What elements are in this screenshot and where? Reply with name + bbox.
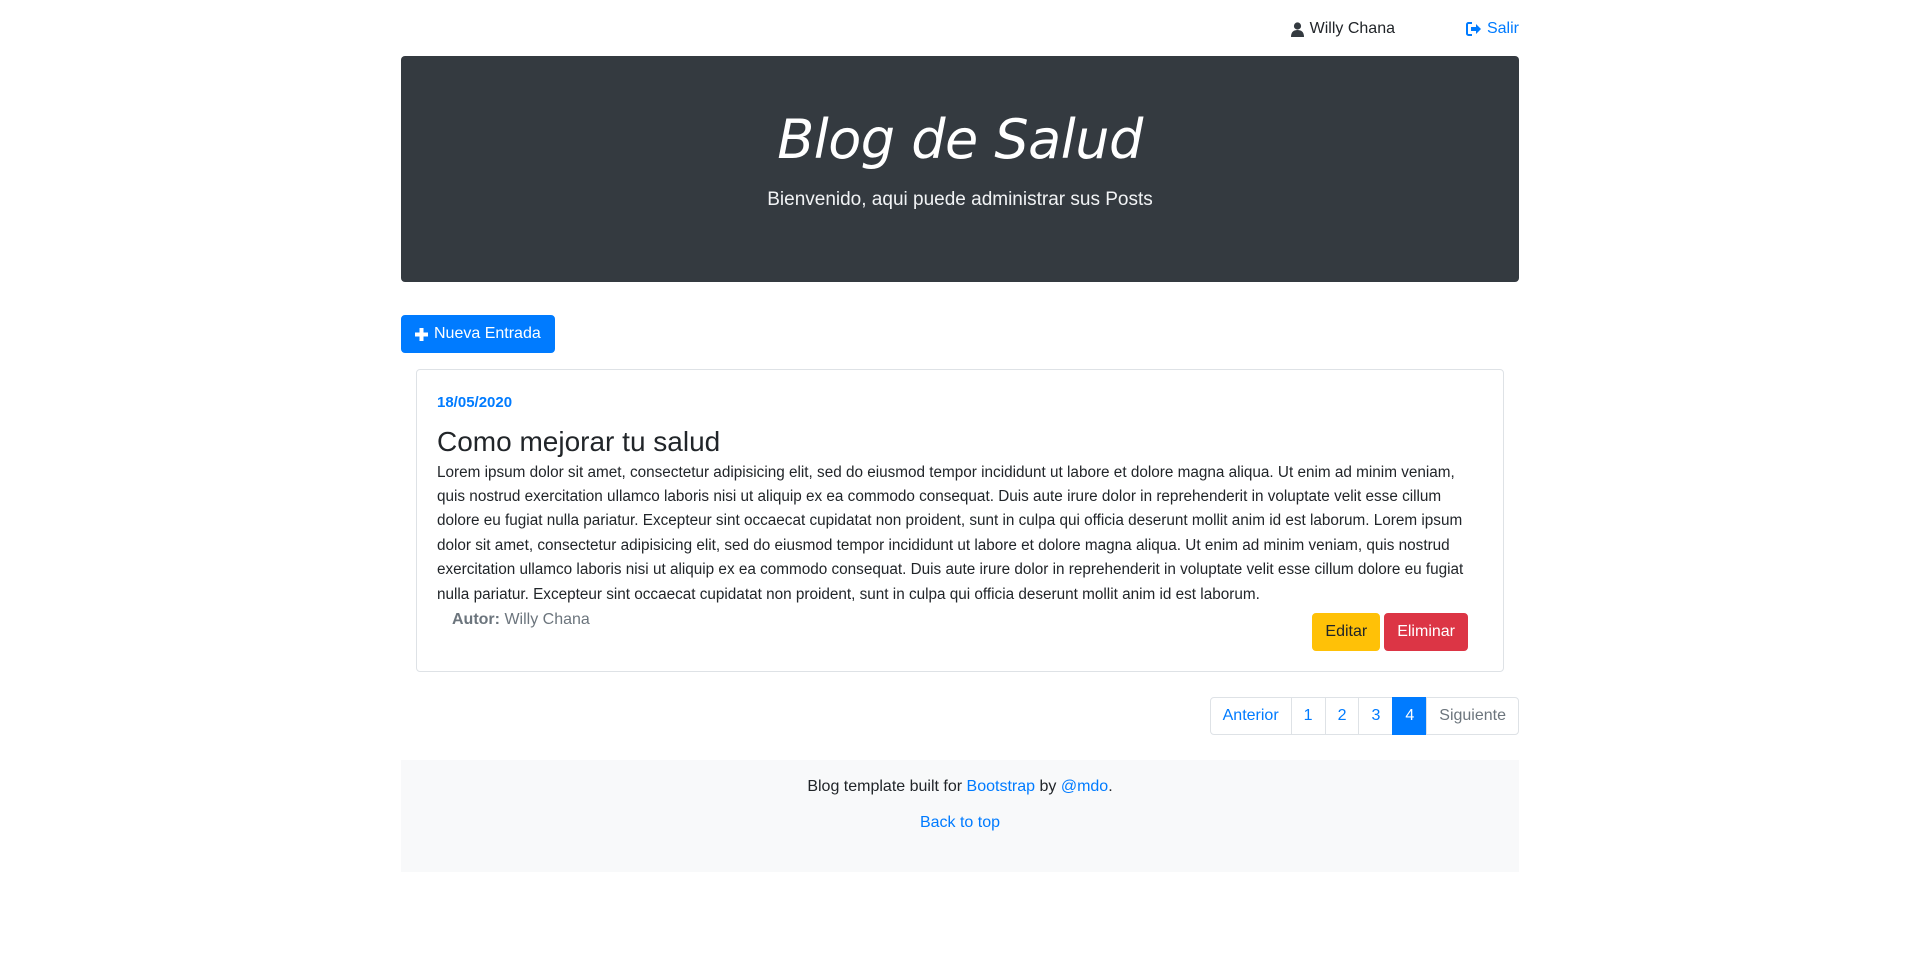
pagination: Anterior 1 2 3 4 Siguiente xyxy=(401,697,1519,736)
author-name: Willy Chana xyxy=(504,611,590,629)
footer-by: by xyxy=(1039,778,1057,796)
post-card: 18/05/2020 Como mejorar tu salud Lorem i… xyxy=(416,369,1504,673)
post-footer: Autor: Willy Chana Editar Eliminar xyxy=(437,609,1483,652)
post-title: Como mejorar tu salud xyxy=(437,426,721,457)
edit-button[interactable]: Editar xyxy=(1312,613,1381,652)
footer-credit: Blog template built for Bootstrap by @md… xyxy=(401,778,1519,796)
page-container: Willy Chana Salir Blog de Salud Bienveni… xyxy=(401,0,1519,873)
plus-icon xyxy=(415,327,428,341)
pagination-page-3[interactable]: 3 xyxy=(1358,697,1394,736)
new-entry-label: Nueva Entrada xyxy=(434,325,541,342)
user-icon xyxy=(1290,21,1304,37)
logout-label: Salir xyxy=(1486,20,1519,37)
post-body: Lorem ipsum dolor sit amet, consectetur … xyxy=(437,463,1464,603)
top-user-bar: Willy Chana Salir xyxy=(401,0,1519,56)
pagination-page-1[interactable]: 1 xyxy=(1290,697,1326,736)
pagination-page-4[interactable]: 4 xyxy=(1392,697,1428,736)
pagination-next[interactable]: Siguiente xyxy=(1426,697,1519,736)
author-label: Autor: xyxy=(452,611,500,629)
user-name: Willy Chana xyxy=(1309,20,1395,37)
bootstrap-link[interactable]: Bootstrap xyxy=(967,778,1035,795)
hero-banner: Blog de Salud Bienvenido, aqui puede adm… xyxy=(401,56,1519,282)
pagination-prev[interactable]: Anterior xyxy=(1209,697,1292,736)
back-to-top-link[interactable]: Back to top xyxy=(920,814,1000,831)
pagination-page-2[interactable]: 2 xyxy=(1324,697,1360,736)
blog-title: Blog de Salud xyxy=(777,108,1143,171)
blog-subtitle: Bienvenido, aqui puede administrar sus P… xyxy=(767,189,1153,211)
post-actions: Editar Eliminar xyxy=(1312,613,1468,652)
footer-text: Blog template built for xyxy=(807,778,963,796)
sign-out-icon xyxy=(1465,22,1482,36)
user-info: Willy Chana xyxy=(1290,20,1395,38)
new-entry-button[interactable]: Nueva Entrada xyxy=(401,315,555,353)
delete-button[interactable]: Eliminar xyxy=(1384,613,1468,652)
post-author: Autor: Willy Chana xyxy=(452,611,590,629)
mdo-link[interactable]: @mdo xyxy=(1061,778,1108,795)
logout-link[interactable]: Salir xyxy=(1465,20,1519,38)
footer-period: . xyxy=(1108,778,1113,796)
post-date: 18/05/2020 xyxy=(437,394,513,411)
page-footer: Blog template built for Bootstrap by @md… xyxy=(401,760,1519,873)
